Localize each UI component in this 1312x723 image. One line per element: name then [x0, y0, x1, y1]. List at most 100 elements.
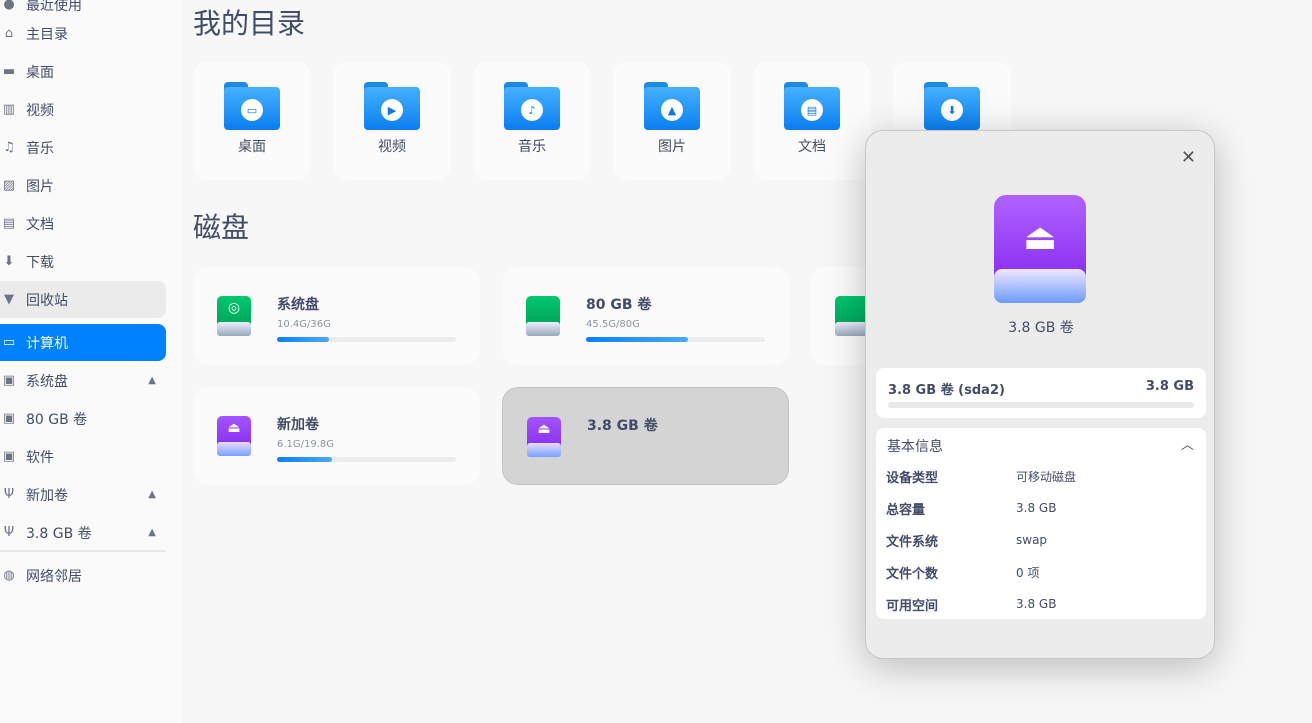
sidebar-item-80gb[interactable]: ▣ 80 GB 卷: [0, 400, 166, 437]
folder-pictures[interactable]: ▲ 图片: [613, 62, 731, 180]
sidebar-item-label: 音乐: [26, 140, 54, 157]
disk-size: 45.5G/80G: [586, 319, 640, 330]
info-row: 总容量 3.8 GB: [886, 492, 1196, 524]
properties-dialog: ✕ ⏏ 3.8 GB 卷 3.8 GB 卷 (sda2) 3.8 GB 基本信息…: [865, 130, 1215, 659]
partition-size: 3.8 GB: [1145, 379, 1194, 394]
sidebar-item-computer[interactable]: ▭ 计算机: [0, 324, 166, 361]
drive-icon: [835, 296, 869, 336]
folder-icon: ▶: [364, 82, 420, 130]
info-value: 可移动磁盘: [1016, 469, 1077, 484]
folder-icon: ▲: [644, 82, 700, 130]
disk-icon: ▣: [2, 449, 16, 464]
sidebar-item-label: 桌面: [26, 64, 54, 81]
folder-label: 音乐: [518, 139, 546, 155]
usb-icon: Ψ: [3, 525, 15, 540]
eject-icon[interactable]: ▲: [148, 527, 156, 538]
disk-name: 3.8 GB 卷: [587, 418, 658, 434]
drive-icon: [526, 296, 560, 336]
sidebar-item-label: 图片: [26, 178, 54, 195]
disk-size: 10.4G/36G: [277, 319, 331, 330]
info-row: 文件系统 swap: [886, 524, 1196, 556]
folder-videos[interactable]: ▶ 视频: [333, 62, 451, 180]
usage-bar: [586, 337, 765, 342]
section-title: 基本信息: [887, 439, 943, 455]
sidebar-item-label: 回收站: [26, 292, 68, 309]
info-key: 设备类型: [886, 470, 939, 486]
disk-size: 6.1G/19.8G: [277, 439, 335, 450]
download-icon: ⬇: [3, 254, 15, 269]
sidebar-item-documents[interactable]: ▤ 文档: [0, 205, 166, 242]
sidebar-item-trash[interactable]: ▼ 回收站: [0, 281, 166, 318]
disks-title: 磁盘: [193, 211, 250, 244]
my-directories-title: 我的目录: [193, 7, 306, 40]
info-row: 文件个数 0 项: [886, 556, 1196, 588]
sidebar-item-label: 文档: [26, 216, 54, 233]
disk-name: 80 GB 卷: [586, 297, 652, 313]
folder-label: 桌面: [238, 139, 266, 155]
partition-name: 3.8 GB 卷 (sda2): [888, 383, 1005, 398]
sidebar-item-music[interactable]: ♫ 音乐: [0, 129, 166, 166]
folder-icon: ♪: [504, 82, 560, 130]
info-key: 可用空间: [886, 598, 939, 614]
image-icon: ▨: [2, 178, 16, 193]
eject-icon[interactable]: ▲: [148, 489, 156, 500]
disk-card-3-8gb[interactable]: ⏏ 3.8 GB 卷: [502, 387, 789, 485]
sidebar-item-new-volume[interactable]: Ψ 新加卷 ▲: [0, 476, 166, 513]
sidebar-item-label: 计算机: [26, 335, 68, 352]
usb-icon: Ψ: [3, 487, 15, 502]
document-icon: ▤: [2, 216, 16, 231]
partition-usage: 3.8 GB 卷 (sda2) 3.8 GB: [876, 368, 1206, 418]
sidebar-item-label: 系统盘: [26, 373, 68, 390]
disk-card-system[interactable]: ◎ 系统盘 10.4G/36G: [193, 267, 480, 365]
basic-info-section: 基本信息 ︿ 设备类型 可移动磁盘 总容量 3.8 GB 文件系统 swap 文件个数…: [876, 428, 1206, 619]
drive-icon: ⏏: [527, 417, 561, 457]
sidebar-item-label: 主目录: [26, 26, 68, 43]
close-icon[interactable]: ✕: [1181, 147, 1196, 168]
folder-label: 文档: [798, 139, 826, 155]
dialog-title: 3.8 GB 卷: [1008, 320, 1074, 336]
folder-icon: ⬇: [924, 82, 980, 130]
sidebar-item-software[interactable]: ▣ 软件: [0, 438, 166, 475]
folder-music[interactable]: ♪ 音乐: [473, 62, 591, 180]
sidebar-item-pictures[interactable]: ▨ 图片: [0, 167, 166, 204]
sidebar-item-videos[interactable]: ▥ 视频: [0, 91, 166, 128]
folder-label: 图片: [658, 139, 686, 155]
sidebar-item-label: 80 GB 卷: [26, 411, 88, 428]
sidebar-item-label: 网络邻居: [26, 568, 82, 585]
sidebar-item-downloads[interactable]: ⬇ 下载: [0, 243, 166, 280]
folder-documents[interactable]: ▤ 文档: [753, 62, 871, 180]
folder-desktop[interactable]: ▭ 桌面: [193, 62, 311, 180]
info-row: 设备类型 可移动磁盘: [886, 460, 1196, 492]
info-key: 文件个数: [886, 566, 939, 582]
sidebar-item-desktop[interactable]: ▬ 桌面: [0, 53, 166, 90]
usage-bar: [277, 457, 456, 462]
home-icon: ⌂: [4, 26, 14, 41]
info-key: 总容量: [886, 502, 926, 518]
disk-card-new-volume[interactable]: ⏏ 新加卷 6.1G/19.8G: [193, 387, 480, 485]
info-value: 3.8 GB: [1016, 501, 1057, 515]
sidebar-item-label: 3.8 GB 卷: [26, 525, 92, 542]
chevron-up-icon[interactable]: ︿: [1181, 434, 1194, 453]
info-value: swap: [1016, 533, 1048, 547]
music-icon: ♫: [3, 140, 15, 155]
disk-card-80gb[interactable]: 80 GB 卷 45.5G/80G: [502, 267, 789, 365]
sidebar-item-network[interactable]: ◍ 网络邻居: [0, 557, 166, 594]
film-icon: ▥: [2, 102, 16, 117]
sidebar-item-system-disk[interactable]: ▣ 系统盘 ▲: [0, 362, 166, 399]
disk-icon: ▣: [2, 411, 16, 426]
eject-icon[interactable]: ▲: [148, 375, 156, 386]
sidebar-item-label: 软件: [26, 449, 54, 466]
sidebar-item-label: 最近使用: [26, 0, 82, 14]
sidebar: ● 最近使用 ⌂ 主目录 ▬ 桌面 ▥ 视频 ♫ 音乐 ▨ 图片 ▤ 文档 ⬇ 下载 ▼ 回收站 …: [0, 0, 182, 723]
folder-icon: ▤: [784, 82, 840, 130]
drive-icon: ◎: [217, 296, 251, 336]
sidebar-item-3-8gb[interactable]: Ψ 3.8 GB 卷 ▲: [0, 514, 166, 551]
sidebar-item-label: 下载: [26, 254, 54, 271]
drive-icon: ⏏: [217, 416, 251, 456]
desktop-icon: ▬: [2, 64, 16, 79]
sidebar-item-home[interactable]: ⌂ 主目录: [0, 15, 166, 52]
sidebar-divider: [0, 550, 166, 552]
info-key: 文件系统: [886, 534, 939, 550]
disk-icon: ▣: [2, 373, 16, 388]
clock-icon: ●: [3, 0, 15, 12]
